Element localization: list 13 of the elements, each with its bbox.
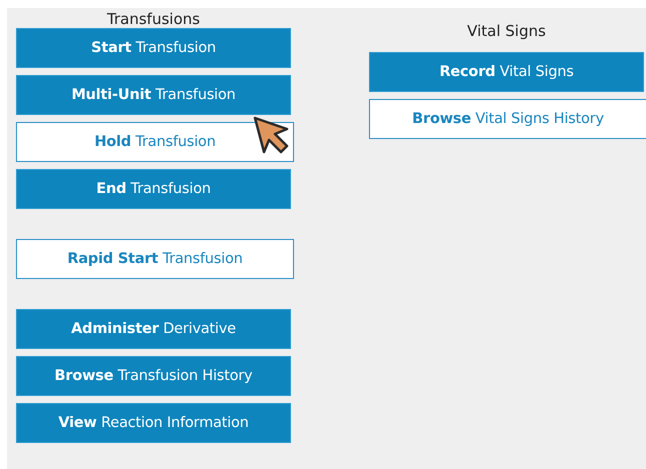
action-button[interactable]: Browse Vital Signs History bbox=[369, 99, 646, 139]
action-button[interactable]: Record Vital Signs bbox=[369, 52, 644, 92]
action-button[interactable]: Browse Transfusion History bbox=[16, 356, 291, 396]
cursor-icon bbox=[252, 115, 290, 155]
action-button[interactable]: Administer Derivative bbox=[16, 309, 291, 349]
action-button[interactable]: Multi-Unit Transfusion bbox=[16, 75, 291, 115]
action-button[interactable]: Hold Transfusion bbox=[16, 122, 294, 162]
column-title: Vital Signs bbox=[466, 21, 547, 42]
action-button[interactable]: Rapid Start Transfusion bbox=[16, 239, 294, 279]
action-button[interactable]: End Transfusion bbox=[16, 169, 291, 209]
action-button[interactable]: Start Transfusion bbox=[16, 28, 291, 68]
action-button[interactable]: View Reaction Information bbox=[16, 403, 291, 443]
column-title: Transfusions bbox=[106, 9, 201, 28]
